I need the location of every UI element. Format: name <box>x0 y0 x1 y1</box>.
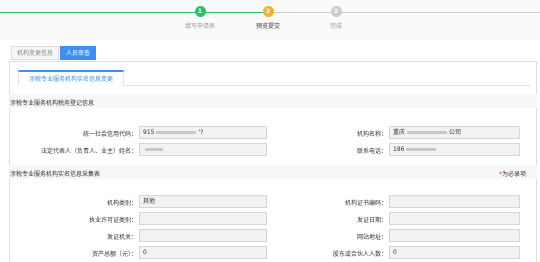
step-3-label: 完成 <box>329 23 342 30</box>
org-cert-field[interactable] <box>389 195 520 208</box>
section-2-title: 涉税专业服务机构实名信息采集表 <box>10 171 101 178</box>
org-type-field[interactable]: 其他 <box>139 195 267 208</box>
masked-text <box>406 148 437 151</box>
step-line-done <box>0 12 195 13</box>
phone-label: 联系电话： <box>356 148 387 155</box>
partners-field[interactable]: 0 <box>389 246 520 259</box>
masked-text <box>145 148 163 151</box>
step-3: 3 完成 <box>306 6 366 30</box>
tab-org-change[interactable]: 机构变更信息 <box>11 46 60 60</box>
issue-date-field[interactable] <box>389 212 520 225</box>
section-1-title: 涉税专业服务机构税务登记信息 <box>10 100 95 107</box>
form-row-1: 统一社会信用代码： 915 '? 机构名称： 重庆 公司 <box>9 124 537 142</box>
tab-personnel-change[interactable]: 人员审查 <box>60 46 97 60</box>
website-field[interactable] <box>389 229 520 242</box>
org-type-label: 机构类别： <box>106 200 137 207</box>
partners-label: 股东或合伙人人数： <box>332 251 387 258</box>
form-row-3: 机构类别： 其他 机构证书编码： <box>9 193 537 211</box>
org-name-label: 机构名称： <box>356 131 387 138</box>
step-line-pending-2 <box>341 12 540 13</box>
main-tabs: 机构变更信息 人员审查 <box>11 46 97 60</box>
required-note: *为必录项 <box>499 169 526 178</box>
masked-text <box>156 131 197 134</box>
issuer-label: 发证机关： <box>106 234 137 241</box>
step-2-label: 预览提交 <box>255 23 280 30</box>
org-cert-label: 机构证书编码： <box>344 200 387 207</box>
legal-rep-field[interactable] <box>139 143 267 156</box>
subtab-real-name-change[interactable]: 涉税专业服务机构实名信息变更 <box>18 70 125 86</box>
org-name-field[interactable]: 重庆 公司 <box>389 126 520 139</box>
step-1-label: 填写申请表 <box>184 23 215 30</box>
step-2: 2 预览提交 <box>238 6 298 30</box>
credit-code-tail: '? <box>198 129 204 136</box>
step-1-number: 1 <box>194 6 206 17</box>
license-type-label: 执业许可证类别： <box>88 217 137 224</box>
subtab-row: 涉税专业服务机构实名信息变更 <box>18 70 530 86</box>
credit-code-label: 统一社会信用代码： <box>82 131 137 138</box>
website-label: 网站地址： <box>356 234 387 241</box>
form-row-6: 资产总额（元）： 0 股东或合伙人人数： 0 <box>9 244 537 262</box>
form-row-2: 法定代表人（负责人、业主）姓名： 联系电话： 186 <box>9 141 537 159</box>
issue-date-label: 发证日期： <box>356 217 387 224</box>
step-1: 1 填写申请表 <box>170 6 230 30</box>
progress-steps: 1 填写申请表 2 预览提交 3 完成 <box>0 0 540 40</box>
required-note-text: 为必录项 <box>501 171 526 178</box>
form-row-5: 发证机关： 网站地址： <box>9 227 537 245</box>
issuer-field[interactable] <box>139 229 267 242</box>
form-row-4: 执业许可证类别： 发证日期： <box>9 210 537 228</box>
org-name-value: 重庆 <box>393 129 406 136</box>
phone-field[interactable]: 186 <box>389 143 520 156</box>
step-3-number: 3 <box>330 6 342 17</box>
phone-value: 186 <box>393 146 405 153</box>
org-name-tail: 公司 <box>449 129 462 136</box>
credit-code-field[interactable]: 915 '? <box>139 126 267 139</box>
license-type-field[interactable] <box>139 212 267 225</box>
total-assets-field[interactable]: 0 <box>139 246 267 259</box>
step-2-number: 2 <box>262 6 274 17</box>
masked-text <box>407 131 448 134</box>
total-assets-label: 资产总额（元）： <box>91 251 137 258</box>
legal-rep-label: 法定代表人（负责人、业主）姓名： <box>40 148 137 155</box>
credit-code-value: 915 <box>143 129 155 136</box>
